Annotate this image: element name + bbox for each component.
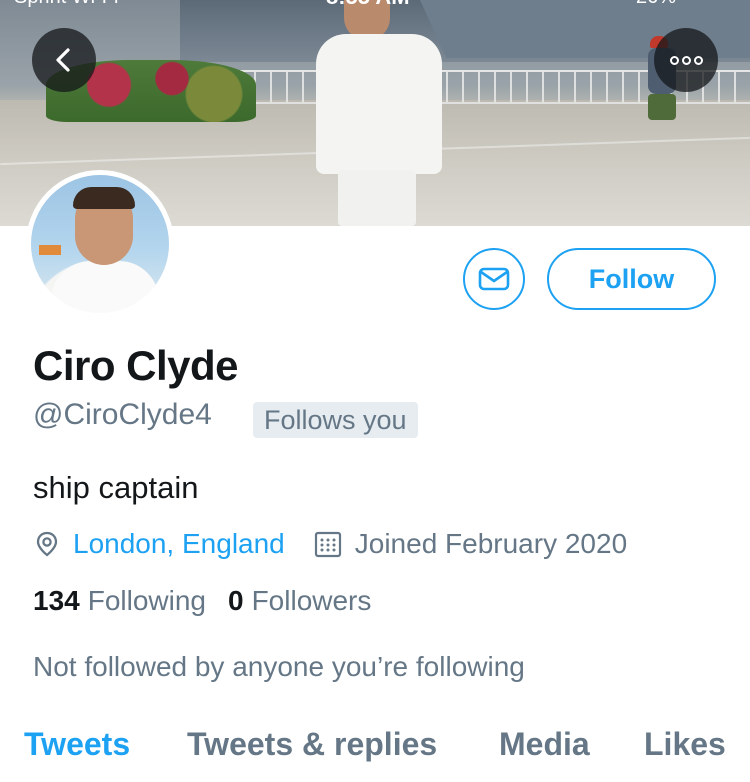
following-label: Following: [87, 585, 206, 616]
profile-handle: @CiroClyde4: [33, 398, 212, 431]
joined-text: Joined February 2020: [354, 528, 628, 559]
profile-meta: London, England Joined February 2020: [33, 524, 627, 564]
follow-counts: 134 Following 0 Followers: [33, 585, 393, 617]
location-text[interactable]: London, England: [73, 528, 285, 560]
battery-level: 26%: [636, 0, 676, 9]
profile-joined: Joined February 2020: [313, 528, 627, 560]
banner-person-legs: [338, 170, 416, 226]
profile-bio: ship captain: [33, 470, 199, 505]
envelope-icon: [478, 267, 510, 291]
banner-person-body: [316, 34, 442, 174]
avatar-background-flag: [39, 245, 61, 255]
chevron-left-icon: [56, 48, 70, 72]
more-options-button[interactable]: [654, 28, 718, 92]
followers-count-link[interactable]: 0 Followers: [228, 585, 371, 617]
tab-media[interactable]: Media: [499, 726, 590, 763]
carrier-label: Sprint Wi-Fi: [14, 0, 118, 9]
follow-button[interactable]: Follow: [547, 248, 716, 310]
tab-likes[interactable]: Likes: [644, 726, 726, 763]
clock: 8:55 AM: [326, 0, 410, 10]
more-icon: [669, 55, 703, 65]
banner-walker-shorts: [648, 94, 676, 120]
calendar-icon: [314, 531, 341, 558]
following-count: 134: [33, 585, 80, 616]
avatar-hair: [73, 187, 135, 209]
location-pin-icon: [36, 531, 58, 557]
following-count-link[interactable]: 134 Following: [33, 585, 206, 617]
tab-tweets[interactable]: Tweets: [24, 726, 130, 763]
followers-label: Followers: [251, 585, 372, 616]
message-button[interactable]: [463, 248, 525, 310]
banner-person: [316, 0, 442, 226]
followers-count: 0: [228, 585, 244, 616]
back-button[interactable]: [32, 28, 96, 92]
follows-you-badge: Follows you: [253, 402, 418, 438]
avatar[interactable]: [26, 170, 174, 318]
status-bar: Sprint Wi-Fi 8:55 AM 26%: [0, 0, 750, 10]
profile-name: Ciro Clyde: [33, 342, 239, 389]
profile-tabs: Tweets Tweets & replies Media Likes: [0, 720, 750, 782]
profile-location: London, England: [33, 528, 285, 560]
avatar-uniform: [51, 261, 159, 313]
followed-by-summary: Not followed by anyone you’re following: [33, 651, 525, 682]
tab-tweets-replies[interactable]: Tweets & replies: [187, 726, 437, 763]
